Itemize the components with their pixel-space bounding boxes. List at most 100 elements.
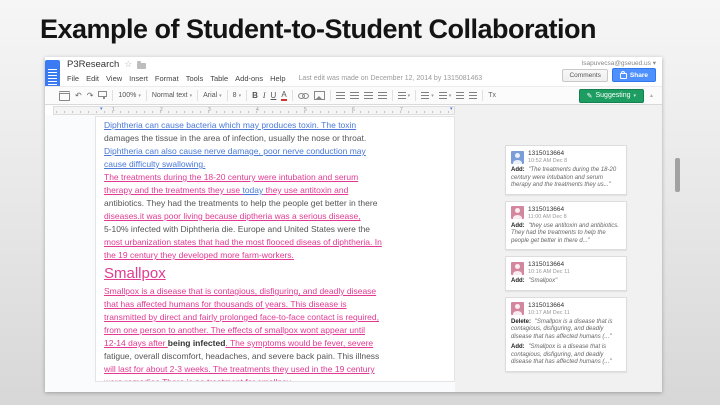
doc-text-segment-pink: that has affected humans for thousands o…: [104, 299, 347, 309]
menu-format[interactable]: Format: [155, 74, 179, 83]
zoom-dropdown[interactable]: 100% ▾: [118, 92, 140, 99]
doc-text-segment-dark: damages the tissue in the area of infect…: [104, 133, 367, 143]
doc-line: that has affected humans for thousands o…: [104, 298, 454, 311]
comment-entry-label: Delete:: [511, 318, 532, 325]
print-icon[interactable]: [59, 90, 70, 101]
document-title-row: P3Research ☆: [67, 58, 147, 71]
comment-header: 1315013664 10:16 AM Dec 11: [511, 261, 621, 275]
align-center-icon[interactable]: [349, 92, 359, 99]
font-dropdown[interactable]: Arial ▾: [203, 92, 222, 99]
avatar: [511, 150, 524, 164]
comment-timestamp: 10:16 AM Dec 11: [528, 269, 570, 275]
share-button-label: Share: [629, 71, 648, 79]
doc-text-segment-pink: were remedies.There is no treatment for …: [104, 377, 294, 382]
menu-insert[interactable]: Insert: [129, 74, 148, 83]
font-size-dropdown[interactable]: 8 ▾: [233, 92, 241, 99]
comment-card[interactable]: 1315013664 10:52 AM Dec 8 Add: "The treatm…: [505, 145, 627, 195]
doc-text-segment-blue: cause difficulty swallowing.: [104, 159, 206, 169]
menu-view[interactable]: View: [106, 74, 122, 83]
right-margin-marker-icon[interactable]: ▾: [450, 106, 453, 112]
comment-entry: Add: "Smallpox": [511, 278, 621, 286]
comments-button[interactable]: Comments: [562, 68, 608, 82]
toolbar-separator: [415, 90, 417, 101]
doc-text-segment-pink: 12-14 days after: [104, 338, 168, 348]
align-left-icon[interactable]: [335, 92, 345, 99]
align-right-icon[interactable]: [363, 92, 373, 99]
header-buttons: Comments Share: [562, 68, 656, 82]
comment-timestamp: 10:17 AM Dec 11: [528, 309, 570, 316]
scroll-up-arrow-icon[interactable]: ▲: [649, 93, 654, 99]
scrollbar-thumb[interactable]: [675, 158, 680, 192]
folder-icon[interactable]: [137, 60, 147, 69]
bulleted-list-icon: [438, 92, 447, 99]
clear-formatting-button[interactable]: Tx: [488, 91, 496, 101]
star-icon[interactable]: ☆: [124, 60, 132, 69]
document-title[interactable]: P3Research: [67, 59, 119, 70]
comment-card[interactable]: 1315013664 10:17 AM Dec 11 Delete: "Smallp…: [505, 296, 627, 372]
document-page[interactable]: Diphtheria can cause bacteria which may …: [95, 116, 455, 382]
redo-icon[interactable]: ↷: [87, 91, 94, 101]
ruler: ▾ ▾ 1 2 3 4 5 6 7: [53, 106, 455, 115]
decrease-indent-icon[interactable]: [456, 92, 465, 99]
comment-card[interactable]: 1315013664 11:00 AM Dec 8 Add: "they use a…: [505, 200, 627, 250]
toolbar-separator: [246, 90, 248, 101]
chevron-down-icon: ▾: [219, 92, 222, 99]
ruler-number: 7: [400, 107, 403, 113]
menu-edit[interactable]: Edit: [86, 74, 99, 83]
menu-tools[interactable]: Tools: [186, 74, 204, 83]
comment-meta: 1315013664 10:17 AM Dec 11: [528, 302, 570, 316]
comment-entry: Add: "The treatments during the 18-20 ce…: [511, 167, 621, 190]
doc-line: from one person to another. The effects …: [104, 324, 454, 337]
doc-line: damages the tissue in the area of infect…: [104, 132, 454, 145]
ruler-number: 3: [208, 107, 211, 113]
document-text: Diphtheria can cause bacteria which may …: [96, 117, 454, 382]
comment-card[interactable]: 1315013664 10:16 AM Dec 11 Add: "Smallpox": [505, 256, 627, 291]
doc-text-segment-pink: the 19 century they developed more farm-…: [104, 250, 294, 260]
italic-button[interactable]: I: [263, 91, 266, 101]
chevron-down-icon: ▾: [633, 92, 637, 99]
chevron-down-icon: ▾: [431, 92, 434, 99]
bulleted-list-dropdown[interactable]: ▾: [438, 92, 451, 99]
menu-file[interactable]: File: [67, 74, 79, 83]
doc-line: the 19 century they developed more farm-…: [104, 249, 454, 262]
ruler-number: 4: [256, 107, 259, 113]
comment-entry: Add: "Smallpox is a disease that is cont…: [511, 344, 621, 367]
insert-link-icon[interactable]: [297, 92, 309, 99]
comment-header: 1315013664 11:00 AM Dec 8: [511, 206, 621, 220]
paint-format-icon[interactable]: [98, 91, 108, 99]
chevron-down-icon: ▾: [407, 92, 411, 99]
numbered-list-dropdown[interactable]: ▾: [421, 92, 434, 99]
comment-user: 1315013664: [528, 261, 565, 268]
styles-dropdown[interactable]: Normal text ▾: [152, 92, 192, 99]
doc-line: 5-10% infected with Diphtheria die. Euro…: [104, 223, 454, 236]
google-docs-window: P3Research ☆ lsapuvecsa@gseued.us ▾ File…: [45, 57, 662, 392]
bold-button[interactable]: B: [252, 91, 258, 101]
doc-line: The treatments during the 18-20 century …: [104, 171, 454, 184]
line-spacing-dropdown[interactable]: ▾: [397, 92, 411, 99]
suggesting-mode-button[interactable]: ✎ Suggesting ▾: [578, 88, 645, 103]
increase-indent-icon[interactable]: [469, 92, 478, 99]
slide: Example of Student-to-Student Collaborat…: [0, 0, 720, 405]
left-margin-marker-icon[interactable]: ▾: [100, 106, 103, 112]
menu-help[interactable]: Help: [270, 74, 285, 83]
toolbar-separator: [112, 90, 114, 101]
account-email[interactable]: lsapuvecsa@gseued.us ▾: [582, 59, 656, 67]
align-justify-icon[interactable]: [377, 92, 387, 99]
menu-addons[interactable]: Add-ons: [235, 74, 263, 83]
text-color-button[interactable]: A: [281, 90, 287, 101]
doc-text-segment-pink: Smallpox: [104, 265, 166, 282]
doc-line: therapy and the treatments they use toda…: [104, 184, 454, 197]
comment-meta: 1315013664 10:52 AM Dec 8: [528, 150, 567, 164]
share-button[interactable]: Share: [611, 68, 656, 82]
last-edit-note[interactable]: Last edit was made on December 12, 2014 …: [299, 75, 483, 82]
doc-line: cause difficulty swallowing.: [104, 158, 454, 171]
doc-line: will last for about 2-3 weeks. The treat…: [104, 363, 454, 376]
chevron-down-icon: ▾: [189, 92, 193, 99]
doc-line: antibiotics. They had the treatments to …: [104, 197, 454, 210]
insert-image-icon[interactable]: [313, 91, 325, 100]
doc-text-segment-pink: transmitted by direct and fairly prolong…: [104, 312, 379, 322]
undo-icon[interactable]: ↶: [75, 91, 82, 101]
slide-title: Example of Student-to-Student Collaborat…: [40, 14, 596, 44]
underline-button[interactable]: U: [271, 91, 277, 101]
menu-table[interactable]: Table: [210, 74, 228, 83]
